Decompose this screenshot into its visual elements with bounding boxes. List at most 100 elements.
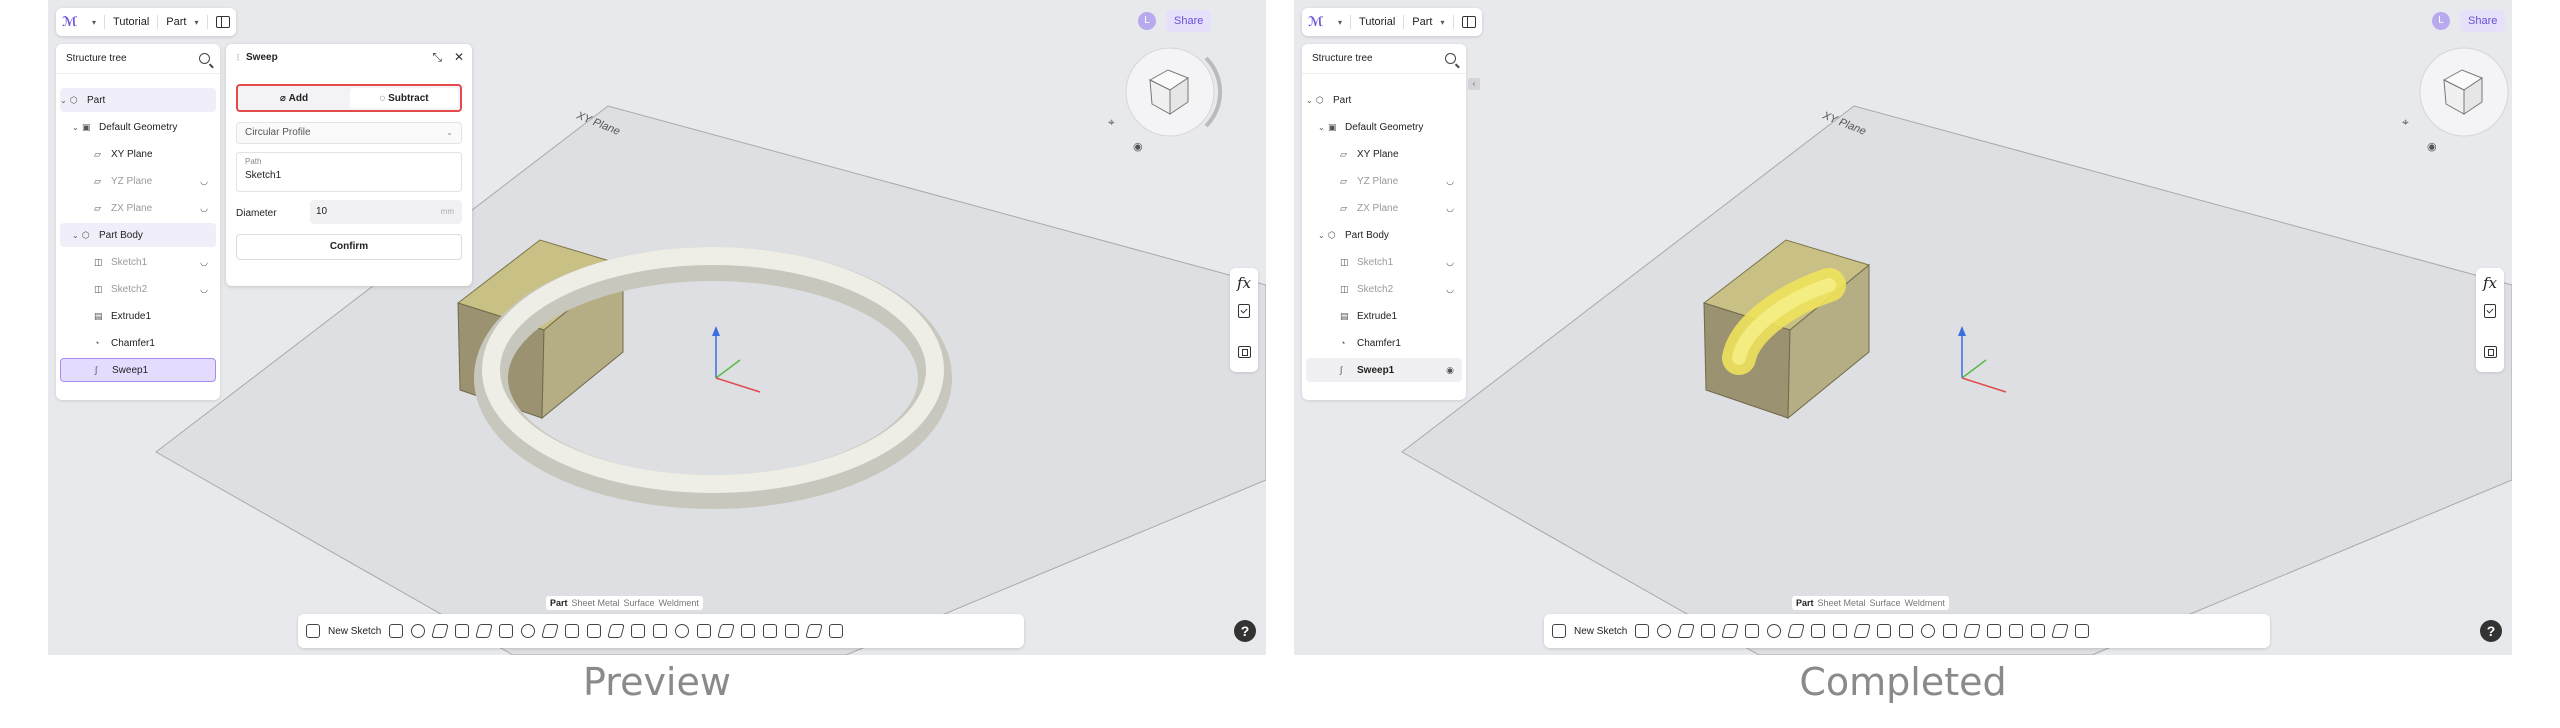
chevron-down-icon[interactable]: ⌄ [72,231,82,240]
viewport-3d[interactable]: XY Plane ⌖ ◉ [1294,0,2512,655]
share-button[interactable]: Share [1166,10,1212,32]
table-icon[interactable] [2484,346,2497,358]
shell-icon[interactable] [1811,624,1826,638]
chevron-down-icon[interactable]: ⌄ [1318,123,1328,132]
shell-icon[interactable] [565,624,580,638]
pin-icon[interactable]: ⤡ [432,50,442,65]
tree-item-sketch2[interactable]: ◫ Sketch2 ◡ [1306,277,1462,301]
tree-item-extrude1[interactable]: ▤ Extrude1 [1306,304,1462,328]
eye-closed-icon[interactable]: ◡ [1446,203,1454,214]
eye-closed-icon[interactable]: ◡ [200,284,208,295]
chamfer-icon[interactable] [1787,624,1806,638]
chevron-down-icon[interactable]: ⌄ [1318,231,1328,240]
add-button[interactable]: ⌀ Add [240,88,348,108]
formula-icon[interactable]: fx [2476,274,2504,292]
pattern-icon[interactable] [1877,624,1892,638]
thicken-icon[interactable] [607,624,626,638]
section-icon[interactable] [2031,624,2046,638]
eye-closed-icon[interactable]: ◡ [200,203,208,214]
more-icon[interactable] [829,624,844,638]
boolean-icon[interactable] [675,624,690,638]
tree-item-yz-plane[interactable]: ▱ YZ Plane ◡ [1306,169,1462,193]
extrude-icon[interactable] [389,624,404,638]
chevron-down-icon[interactable]: ⌄ [72,123,82,132]
section-icon[interactable] [785,624,800,638]
subtract-button[interactable]: ◌ Subtract [350,88,458,108]
tree-item-sketch1[interactable]: ◫ Sketch1 ◡ [1306,250,1462,274]
hole-icon[interactable] [1745,624,1760,638]
move-body-icon[interactable] [1963,624,1982,638]
split-icon[interactable] [697,624,712,638]
project-name[interactable]: Tutorial [113,16,149,28]
confirm-button[interactable]: Confirm [236,234,462,260]
tree-item-part[interactable]: ⌄ ⬡ Part [60,88,216,112]
scale-icon[interactable] [741,624,756,638]
mirror-icon[interactable] [653,624,668,638]
tab-weldment[interactable]: Weldment [659,598,699,608]
navigation-cube[interactable]: ⌖ ◉ [1108,47,1223,153]
tab-surface[interactable]: Surface [1870,598,1901,608]
sidebar-toggle-icon[interactable] [1461,16,1476,28]
user-avatar[interactable]: L [1138,12,1156,30]
new-sketch-button[interactable]: New Sketch [328,626,381,637]
collapse-panel-icon[interactable]: ‹ [1468,78,1480,90]
tab-weldment[interactable]: Weldment [1905,598,1945,608]
tree-item-xy-plane[interactable]: ▱ XY Plane [1306,142,1462,166]
app-logo-icon[interactable]: ℳ [62,14,84,30]
tab-part[interactable]: Part [550,598,568,608]
path-field[interactable]: Path Sketch1 [236,152,462,192]
rib-icon[interactable] [475,624,494,638]
mode-select[interactable]: Part [1412,16,1432,28]
measure-icon[interactable] [2009,624,2024,638]
user-avatar[interactable]: L [2432,12,2450,30]
mode-select[interactable]: Part [166,16,186,28]
project-name[interactable]: Tutorial [1359,16,1395,28]
tree-item-sketch2[interactable]: ◫ Sketch2 ◡ [60,277,216,301]
eye-closed-icon[interactable]: ◡ [200,257,208,268]
tree-item-default-geometry[interactable]: ⌄ ▣ Default Geometry [60,115,216,139]
tree-item-chamfer1[interactable]: ◔ Chamfer1 [1306,331,1462,355]
tree-item-xy-plane[interactable]: ▱ XY Plane [60,142,216,166]
help-button[interactable]: ? [2480,620,2502,642]
hole-icon[interactable] [499,624,514,638]
revolve-icon[interactable] [1657,624,1672,638]
close-icon[interactable]: ✕ [454,50,464,65]
search-icon[interactable] [199,53,210,64]
tree-item-zx-plane[interactable]: ▱ ZX Plane ◡ [1306,196,1462,220]
tab-part[interactable]: Part [1796,598,1814,608]
chevron-down-icon[interactable]: ▾ [1338,18,1342,27]
tree-item-extrude1[interactable]: ▤ Extrude1 [60,304,216,328]
eye-closed-icon[interactable]: ◡ [1446,257,1454,268]
reference-icon[interactable] [2051,624,2070,638]
mirror-icon[interactable] [1899,624,1914,638]
table-icon[interactable] [1238,346,1251,358]
tree-item-default-geometry[interactable]: ⌄ ▣ Default Geometry [1306,115,1462,139]
tab-surface[interactable]: Surface [624,598,655,608]
fillet-icon[interactable] [1767,624,1782,638]
fillet-icon[interactable] [521,624,536,638]
eye-closed-icon[interactable]: ◡ [1446,176,1454,187]
formula-icon[interactable]: fx [1230,274,1258,292]
tree-item-sweep1[interactable]: ∫ Sweep1 [60,358,216,382]
pattern-icon[interactable] [631,624,646,638]
chevron-down-icon[interactable]: ⌄ [60,96,70,105]
tree-item-part-body[interactable]: ⌄ ⬡ Part Body [1306,223,1462,247]
tree-item-chamfer1[interactable]: ◔ Chamfer1 [60,331,216,355]
eye-closed-icon[interactable]: ◡ [200,176,208,187]
checklist-icon[interactable] [1238,304,1250,318]
draft-icon[interactable] [1833,624,1848,638]
revolve-icon[interactable] [411,624,426,638]
checklist-icon[interactable] [2484,304,2496,318]
tree-item-yz-plane[interactable]: ▱ YZ Plane ◡ [60,169,216,193]
move-body-icon[interactable] [717,624,736,638]
extrude-icon[interactable] [1635,624,1650,638]
sidebar-toggle-icon[interactable] [215,16,230,28]
chevron-down-icon[interactable]: ▾ [92,18,96,27]
sweep-icon[interactable] [431,624,450,638]
chevron-down-icon[interactable]: ⌄ [1306,96,1316,105]
tree-item-part-body[interactable]: ⌄ ⬡ Part Body [60,223,216,247]
tree-item-part[interactable]: ⌄ ⬡ Part [1306,88,1462,112]
tab-sheet-metal[interactable]: Sheet Metal [572,598,620,608]
diameter-input[interactable]: 10 mm [310,200,462,224]
help-button[interactable]: ? [1234,620,1256,642]
